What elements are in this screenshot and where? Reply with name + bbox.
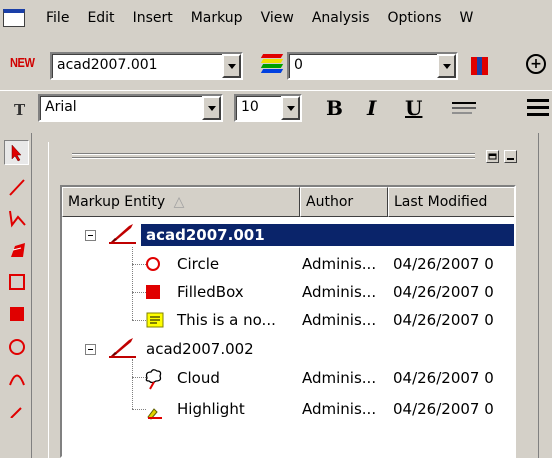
panel-restore-icon[interactable] — [486, 150, 499, 163]
entity-author: Adminis... — [302, 311, 377, 329]
underline-button[interactable]: U — [405, 96, 422, 120]
italic-button[interactable]: I — [367, 96, 376, 120]
entity-name: Cloud — [177, 369, 220, 387]
menu-markup[interactable]: Markup — [191, 10, 243, 30]
layer-combo-value: 0 — [294, 57, 303, 73]
entity-name: This is a no... — [177, 311, 276, 329]
tree-item-row[interactable]: This is a no... Adminis... 04/26/2007 0 — [62, 306, 514, 334]
column-header-markup-entity[interactable]: Markup Entity △ — [62, 187, 300, 217]
drawing-area-edge — [538, 133, 552, 458]
menu-options[interactable]: Options — [388, 10, 442, 30]
entity-name: Circle — [177, 255, 220, 273]
pen-tool-icon[interactable] — [4, 395, 29, 420]
line-tool-icon[interactable] — [4, 174, 29, 199]
tree-group-row[interactable]: acad2007.002 — [62, 335, 514, 363]
font-icon: T — [14, 101, 26, 119]
circle-tool-icon[interactable] — [4, 334, 29, 359]
panel-minimize-icon[interactable] — [504, 150, 517, 163]
entity-name: FilledBox — [177, 283, 244, 301]
tree-group-label: acad2007.002 — [146, 340, 254, 358]
sort-icon: △ — [173, 194, 185, 210]
menu-bar: File Edit Insert Markup View Analysis Op… — [0, 0, 552, 34]
font-size-value: 10 — [241, 99, 259, 115]
rectangle-tool-icon[interactable] — [4, 269, 29, 294]
font-size-combo[interactable]: 10 — [234, 94, 302, 122]
file-combo[interactable]: acad2007.001 — [50, 52, 243, 80]
file-combo-value: acad2007.001 — [57, 57, 158, 73]
arc-tool-icon[interactable] — [4, 365, 29, 390]
entity-modified: 04/26/2007 0 — [393, 255, 494, 273]
entity-author: Adminis... — [302, 255, 377, 273]
entity-modified: 04/26/2007 0 — [393, 400, 494, 418]
collapse-icon[interactable] — [85, 230, 96, 241]
menu-view[interactable]: View — [261, 10, 294, 30]
layers-icon[interactable] — [260, 52, 284, 74]
bold-button[interactable]: B — [326, 96, 343, 120]
markup-pen-icon — [109, 222, 137, 253]
entity-author: Adminis... — [302, 369, 377, 387]
line-style-icon[interactable] — [452, 100, 476, 118]
entity-modified: 04/26/2007 0 — [393, 283, 494, 301]
highlight-icon — [144, 395, 168, 432]
markup-entity-list[interactable]: Markup Entity △ Author Last Modified aca… — [60, 185, 516, 458]
panel-grip[interactable] — [72, 153, 475, 160]
font-combo[interactable]: Arial — [38, 94, 223, 122]
polyline-tool-icon[interactable] — [4, 205, 29, 230]
tree-item-row[interactable]: Circle Adminis... 04/26/2007 0 — [62, 250, 514, 278]
entity-author: Adminis... — [302, 283, 377, 301]
tree-group-row[interactable]: acad2007.001 — [62, 221, 514, 249]
entity-author: Adminis... — [302, 400, 377, 418]
filled-rectangle-tool-icon[interactable] — [4, 301, 29, 326]
column-header-label: Markup Entity — [68, 194, 166, 210]
menu-window[interactable]: W — [460, 10, 474, 30]
chevron-down-icon[interactable] — [222, 54, 241, 78]
markup-toolbox — [0, 133, 32, 458]
collapse-icon[interactable] — [85, 344, 96, 355]
column-header-label: Author — [306, 194, 354, 210]
column-header-last-modified[interactable]: Last Modified — [388, 187, 514, 217]
entity-name: Highlight — [177, 400, 245, 418]
column-header-label: Last Modified — [394, 194, 488, 210]
markup-pen-icon — [109, 336, 137, 367]
chevron-down-icon[interactable] — [437, 54, 456, 78]
column-header-author[interactable]: Author — [300, 187, 388, 217]
tree-item-row[interactable]: FilledBox Adminis... 04/26/2007 0 — [62, 278, 514, 306]
entity-modified: 04/26/2007 0 — [393, 369, 494, 387]
filled-polygon-tool-icon[interactable] — [4, 237, 29, 262]
zoom-in-icon[interactable]: + — [526, 54, 546, 74]
align-icon[interactable] — [527, 97, 549, 117]
menu-analysis[interactable]: Analysis — [312, 10, 370, 30]
tree-item-row[interactable]: Cloud Adminis... 04/26/2007 0 — [62, 364, 514, 392]
menu-edit[interactable]: Edit — [87, 10, 114, 30]
chevron-down-icon[interactable] — [202, 96, 221, 120]
app-icon[interactable] — [3, 9, 25, 27]
entity-modified: 04/26/2007 0 — [393, 311, 494, 329]
layer-combo[interactable]: 0 — [287, 52, 458, 80]
tree-group-label: acad2007.001 — [146, 226, 265, 244]
select-arrow-icon[interactable] — [4, 140, 29, 165]
chevron-down-icon[interactable] — [281, 96, 300, 120]
tree-item-row[interactable]: Highlight Adminis... 04/26/2007 0 — [62, 395, 514, 423]
bookmark-icon[interactable] — [471, 57, 488, 75]
new-markup-button[interactable]: NEW — [10, 55, 35, 70]
menu-insert[interactable]: Insert — [133, 10, 173, 30]
font-combo-value: Arial — [45, 99, 77, 115]
menu-file[interactable]: File — [46, 10, 69, 30]
